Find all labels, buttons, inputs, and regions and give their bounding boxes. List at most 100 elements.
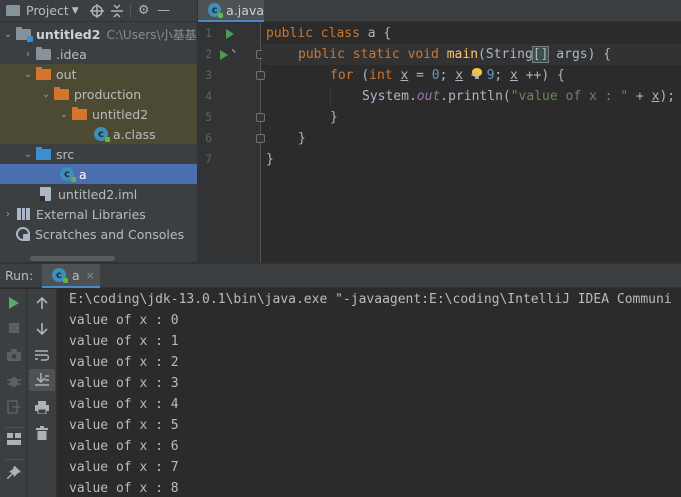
project-view-selector[interactable]: Project ▼ <box>0 0 79 22</box>
exit-icon[interactable] <box>0 397 27 417</box>
scroll-to-end-icon[interactable] <box>27 370 57 390</box>
collapse-all-icon[interactable] <box>107 0 127 22</box>
tree-item-label: External Libraries <box>36 206 146 222</box>
toolbar-divider <box>129 3 131 18</box>
camera-icon[interactable] <box>0 345 27 365</box>
line-number: 4 <box>205 89 212 103</box>
close-icon[interactable]: × <box>86 269 95 282</box>
tree-item-production[interactable]: ⌄ production <box>0 84 197 104</box>
tree-item-external-libraries[interactable]: › External Libraries <box>0 204 197 224</box>
run-toolbar-left <box>0 289 27 497</box>
soft-wrap-icon[interactable] <box>27 345 57 365</box>
code-editor[interactable]: 1 2 3 4 5 6 7 ⬉ public class a { public … <box>197 23 681 262</box>
console-output-line: value of x : 2 <box>69 355 179 370</box>
run-class-icon[interactable] <box>226 29 234 39</box>
editor-gutter: 1 2 3 4 5 6 7 ⬉ <box>198 23 265 262</box>
tree-item-label: .idea <box>56 46 87 62</box>
chevron-down-icon[interactable]: ⌄ <box>58 109 70 120</box>
console-output-line: value of x : 0 <box>69 313 179 328</box>
tree-item-root[interactable]: ⌄ untitled2 C:\Users\小基基 <box>0 24 197 44</box>
gear-icon[interactable]: ⚙ <box>134 0 154 22</box>
tree-item-iml[interactable]: untitled2.iml <box>0 184 197 204</box>
code-line-6: } <box>298 131 306 146</box>
chevron-right-icon[interactable]: › <box>22 49 34 60</box>
chevron-down-icon[interactable]: ⌄ <box>22 149 34 160</box>
rerun-icon[interactable] <box>0 293 27 313</box>
scrollbar-thumb[interactable] <box>30 256 115 261</box>
trash-icon[interactable] <box>27 423 57 443</box>
source-folder-icon <box>36 146 51 160</box>
libraries-icon <box>17 208 31 220</box>
run-window-label: Run: <box>5 268 34 283</box>
module-folder-icon <box>16 26 33 42</box>
folder-icon <box>36 46 51 60</box>
pin-icon[interactable] <box>0 463 27 483</box>
class-icon: c <box>94 127 110 142</box>
tree-item-label: production <box>74 86 142 102</box>
tree-item-label: untitled2.iml <box>58 186 138 202</box>
arrow-up-icon[interactable] <box>27 293 57 313</box>
tree-item-label: a <box>79 166 87 182</box>
fold-marker-icon[interactable] <box>256 71 265 80</box>
code-line-1: public class a { <box>266 26 392 41</box>
console-output-line: value of x : 1 <box>69 334 179 349</box>
tree-item-a-class[interactable]: c a.class <box>0 124 197 144</box>
project-view-label: Project <box>26 3 69 18</box>
tree-item-out[interactable]: ⌄ out <box>0 64 197 84</box>
console-output-line: value of x : 3 <box>69 376 179 391</box>
arrow-down-icon[interactable] <box>27 319 57 339</box>
tab-label: a.java <box>226 2 264 18</box>
tree-item-label: untitled2 <box>92 106 149 122</box>
chevron-down-icon[interactable]: ⌄ <box>22 69 34 80</box>
project-toolbar: Project ▼ ⚙ — <box>0 0 197 22</box>
layout-icon[interactable] <box>0 429 27 449</box>
chevron-right-icon[interactable]: › <box>2 209 14 220</box>
line-number: 6 <box>205 131 212 145</box>
fold-marker-icon[interactable] <box>256 134 265 143</box>
scratches-icon <box>16 227 30 241</box>
project-tree: ⌄ untitled2 C:\Users\小基基 › .idea ⌄ out ⌄… <box>0 24 197 244</box>
stop-icon[interactable] <box>0 318 27 338</box>
line-number: 5 <box>205 110 212 124</box>
tree-item-idea[interactable]: › .idea <box>0 44 197 64</box>
code-line-7: } <box>266 152 274 167</box>
tree-item-scratches[interactable]: Scratches and Consoles <box>0 224 197 244</box>
tab-a-java[interactable]: c a.java <box>198 0 264 22</box>
line-number: 3 <box>205 68 212 82</box>
line-number: 7 <box>205 152 212 166</box>
excluded-folder-icon <box>36 66 51 80</box>
class-icon: c <box>60 167 76 182</box>
tree-item-a[interactable]: c a <box>0 164 197 184</box>
chevron-down-icon[interactable]: ⌄ <box>2 29 14 40</box>
tab-run-a[interactable]: c a × <box>42 264 100 288</box>
tree-item-label: a.class <box>113 126 156 142</box>
crosshair-icon[interactable] <box>87 0 107 22</box>
fold-marker-icon[interactable] <box>256 113 265 122</box>
code-line-3: for (int x = 0; x < 9; x ++) { <box>330 68 565 83</box>
console-output-line: value of x : 6 <box>69 439 179 454</box>
code-line-5: } <box>330 110 338 125</box>
console-output[interactable]: E:\coding\jdk-13.0.1\bin\java.exe "-java… <box>58 289 681 497</box>
run-toolbar-right <box>27 289 57 497</box>
iml-file-icon <box>40 187 51 201</box>
folder-icon <box>6 5 20 16</box>
tree-item-untitled2-out[interactable]: ⌄ untitled2 <box>0 104 197 124</box>
horizontal-scrollbar[interactable] <box>0 254 197 262</box>
tree-item-label: untitled2 <box>36 26 101 42</box>
class-icon: c <box>52 268 68 283</box>
toolbar-divider <box>6 427 23 428</box>
run-tool-window-header: Run: c a × <box>0 264 681 288</box>
run-main-icon[interactable] <box>220 50 228 60</box>
tree-item-src[interactable]: ⌄ src <box>0 144 197 164</box>
tree-item-label: src <box>56 146 75 162</box>
bug-icon[interactable] <box>0 371 27 391</box>
console-command-line: E:\coding\jdk-13.0.1\bin\java.exe "-java… <box>69 292 672 307</box>
tree-item-label: Scratches and Consoles <box>35 226 185 242</box>
code-line-4: System.out.println("value of x : " + x); <box>362 89 676 104</box>
console-output-line: value of x : 7 <box>69 460 179 475</box>
print-icon[interactable] <box>27 397 57 417</box>
chevron-down-icon[interactable]: ⌄ <box>40 89 52 100</box>
minimize-icon[interactable]: — <box>154 0 174 22</box>
console-output-line: value of x : 5 <box>69 418 179 433</box>
tab-label: a <box>72 267 80 283</box>
